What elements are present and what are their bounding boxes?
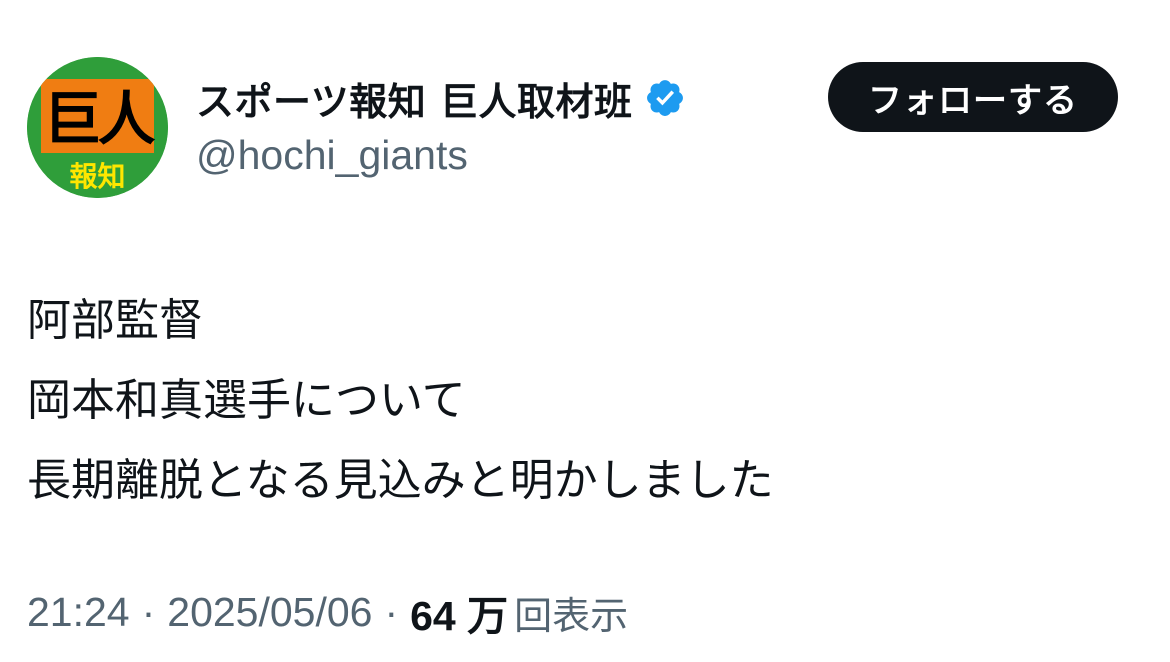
avatar-sub-text: 報知 <box>69 160 125 193</box>
handle[interactable]: @hochi_giants <box>196 132 468 179</box>
avatar-main-text: 巨人 <box>43 85 155 153</box>
tweet-line: 長期離脱となる見込みと明かしました <box>27 455 774 506</box>
verified-badge-icon[interactable] <box>644 77 686 119</box>
views-count[interactable]: 64 万 <box>410 582 508 642</box>
tweet-text: 阿部監督 岡本和真選手について 長期離脱となる見込みと明かしました <box>27 281 774 521</box>
display-name[interactable]: スポーツ報知 巨人取材班 <box>196 71 632 126</box>
meta-separator: · <box>384 588 399 635</box>
follow-button[interactable]: フォローする <box>828 62 1118 132</box>
avatar-logo: 巨人 報知 <box>27 57 168 198</box>
tweet-line: 阿部監督 <box>27 295 203 346</box>
tweet-date[interactable]: 2025/05/06 <box>167 589 372 636</box>
tweet-time[interactable]: 21:24 <box>27 589 130 636</box>
tweet-line: 岡本和真選手について <box>27 375 466 426</box>
avatar[interactable]: 巨人 報知 <box>27 57 168 198</box>
tweet-card: 巨人 報知 スポーツ報知 巨人取材班 @hochi_giants フォローする … <box>0 0 1170 662</box>
meta-separator: · <box>141 588 156 635</box>
views-label: 回表示 <box>514 593 629 638</box>
tweet-meta: 21:24 · 2025/05/06 · 64 万 回表示 <box>27 586 629 640</box>
name-row: スポーツ報知 巨人取材班 <box>196 70 686 126</box>
